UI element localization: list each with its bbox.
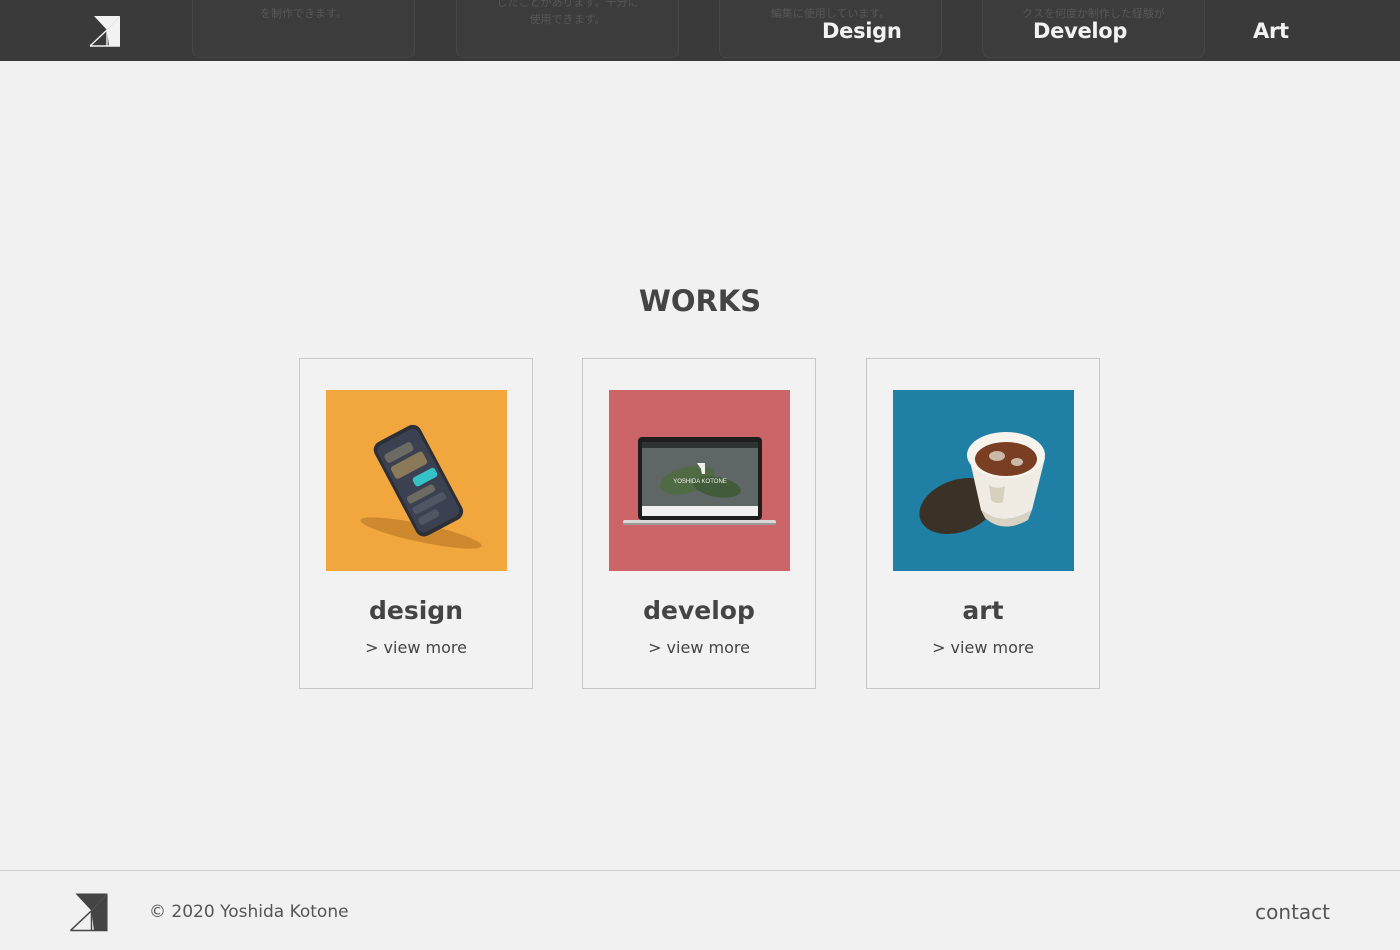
logo-mark-icon [89, 16, 120, 47]
design-thumbnail [326, 390, 507, 571]
view-more-link[interactable]: > view more [867, 637, 1099, 659]
contact-link[interactable]: contact [1255, 899, 1330, 925]
footer-logo[interactable] [68, 891, 110, 933]
background-skill-text: したことがあります。十分に 使用できます。 [496, 0, 639, 26]
card-title: design [369, 596, 463, 625]
nav-link-develop[interactable]: Develop [1033, 17, 1127, 45]
laptop-screen-text: YOSHIDA KOTONE [673, 479, 727, 485]
background-skill-card: を制作できます。 [192, 0, 415, 58]
nav-link-design[interactable]: Design [822, 17, 902, 45]
card-title: develop [643, 596, 755, 625]
background-skill-text: を制作できます。 [260, 7, 347, 20]
page-footer: © 2020 Yoshida Kotone contact [0, 870, 1400, 950]
laptop-mockup-image: YOSHIDA KOTONE [609, 390, 790, 571]
copyright-text: © 2020 Yoshida Kotone [149, 902, 349, 922]
cup-illustration-image [893, 390, 1074, 571]
nav-link-art[interactable]: Art [1253, 17, 1289, 45]
work-card-develop[interactable]: YOSHIDA KOTONE develop > view more [582, 358, 816, 689]
top-navbar: を制作できます。 したことがあります。十分に 使用できます。 編集に使用していま… [0, 0, 1400, 61]
site-logo[interactable] [88, 14, 122, 48]
card-title: art [962, 596, 1004, 625]
work-card-design[interactable]: design > view more [299, 358, 533, 689]
background-skill-card: したことがあります。十分に 使用できます。 [456, 0, 679, 58]
view-more-link[interactable]: > view more [583, 637, 815, 659]
develop-thumbnail: YOSHIDA KOTONE [609, 390, 790, 571]
work-card-art[interactable]: art > view more [866, 358, 1100, 689]
art-thumbnail [893, 390, 1074, 571]
works-heading: WORKS [638, 284, 762, 318]
logo-mark-icon [69, 893, 108, 932]
phone-mockup-image [326, 390, 507, 571]
view-more-link[interactable]: > view more [300, 637, 532, 659]
